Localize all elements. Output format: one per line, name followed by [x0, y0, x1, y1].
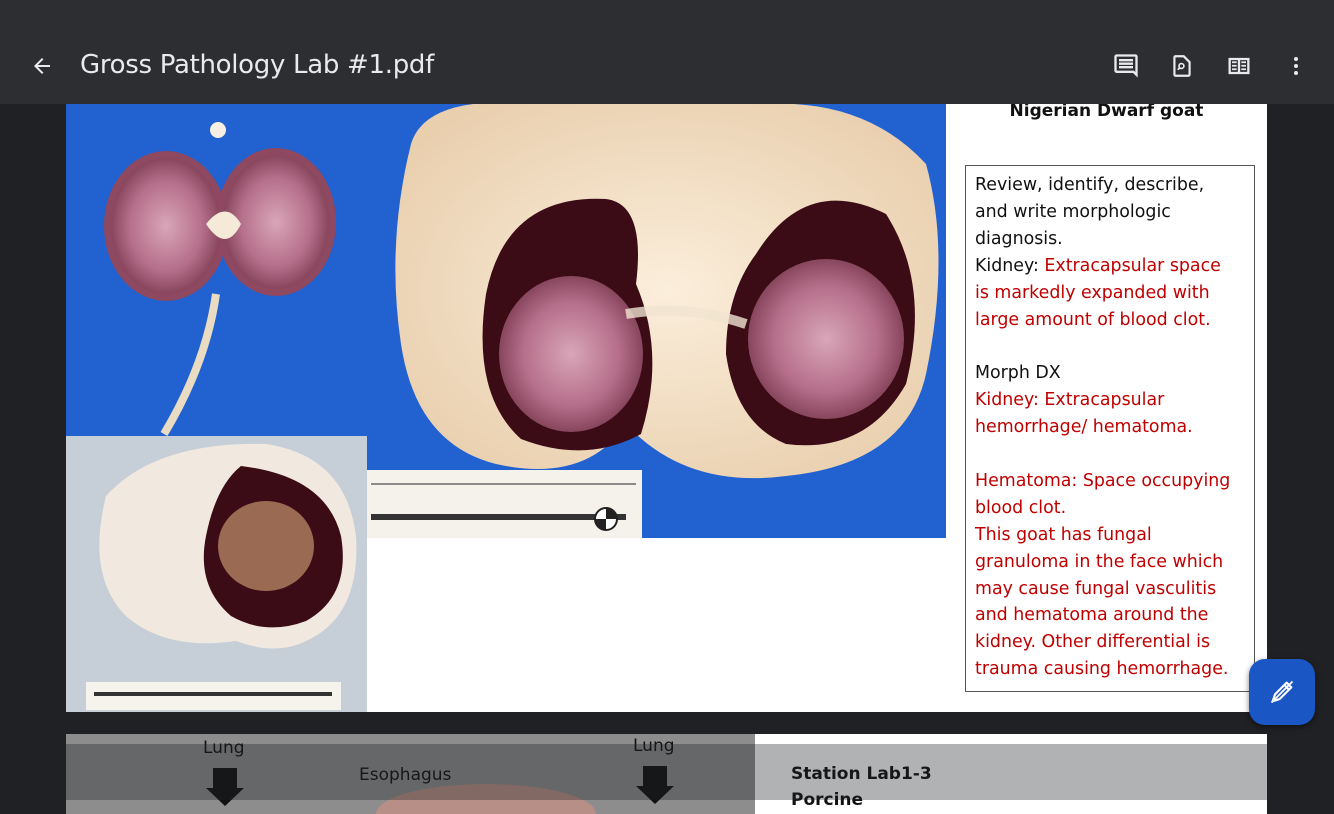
app-bar: Gross Pathology Lab #1.pdf: [0, 0, 1334, 104]
comment-icon: [1114, 54, 1138, 78]
kidney-label: Kidney:: [975, 255, 1045, 276]
station-heading: Station Lab1-3: [791, 764, 932, 784]
note-spacer: [975, 333, 1245, 360]
pdf-page: Lung Lung Esophagus Station Lab1-3 Porci…: [66, 734, 1267, 814]
note-line: granuloma in the face which: [975, 551, 1224, 572]
note-line: Kidney: Extracapsular: [975, 390, 1165, 411]
note-line: blood clot.: [975, 497, 1067, 518]
note-line: This goat has fungal: [975, 524, 1152, 545]
two-page-view-icon: [1228, 57, 1250, 75]
comments-button[interactable]: [1106, 46, 1146, 86]
esophagus-label: Esophagus: [359, 765, 452, 785]
lung-label-right: Lung: [633, 736, 675, 756]
inset-specimen-photo: [66, 436, 367, 712]
note-spacer: [975, 441, 1245, 468]
more-vert-icon: [1294, 57, 1298, 75]
arrow-back-icon: [34, 58, 50, 74]
note-line: kidney. Other differential is: [975, 632, 1211, 653]
note-line: Hematoma: Space occupying: [975, 470, 1231, 491]
kidney-finding: Extracapsular space: [1044, 255, 1221, 276]
find-in-page-icon: [1173, 55, 1191, 77]
pdf-page: Nigerian Dwarf goat Review, identify, de…: [66, 104, 1267, 712]
lung-specimen-photo: Lung Lung Esophagus: [66, 734, 755, 814]
lung-label-left: Lung: [203, 738, 245, 758]
note-line: diagnosis.: [975, 228, 1063, 249]
find-in-page-button[interactable]: [1162, 46, 1202, 86]
morph-dx-label: Morph DX: [975, 363, 1061, 384]
more-options-button[interactable]: [1276, 46, 1316, 86]
note-line: and write morphologic: [975, 201, 1171, 222]
edit-pen-icon: [1270, 680, 1294, 704]
species-subheading: Porcine: [791, 790, 864, 810]
pathology-notes: Review, identify, describe, and write mo…: [965, 165, 1255, 692]
pdf-viewer[interactable]: Nigerian Dwarf goat Review, identify, de…: [0, 104, 1334, 814]
note-line: large amount of blood clot.: [975, 309, 1211, 330]
document-title: Gross Pathology Lab #1.pdf: [80, 50, 434, 80]
note-line: and hematoma around the: [975, 605, 1209, 626]
note-line: hemorrhage/ hematoma.: [975, 417, 1193, 438]
note-line: Kidney: Extracapsular space: [975, 253, 1245, 280]
slide-heading: Nigerian Dwarf goat: [1009, 104, 1204, 121]
two-page-view-button[interactable]: [1219, 46, 1259, 86]
note-line: Review, identify, describe,: [975, 175, 1205, 195]
annotate-button[interactable]: [1249, 659, 1315, 725]
note-line: trauma causing hemorrhage.: [975, 659, 1229, 680]
note-line: is markedly expanded with: [975, 282, 1210, 303]
back-button[interactable]: [22, 46, 62, 86]
note-line: may cause fungal vasculitis: [975, 578, 1217, 599]
